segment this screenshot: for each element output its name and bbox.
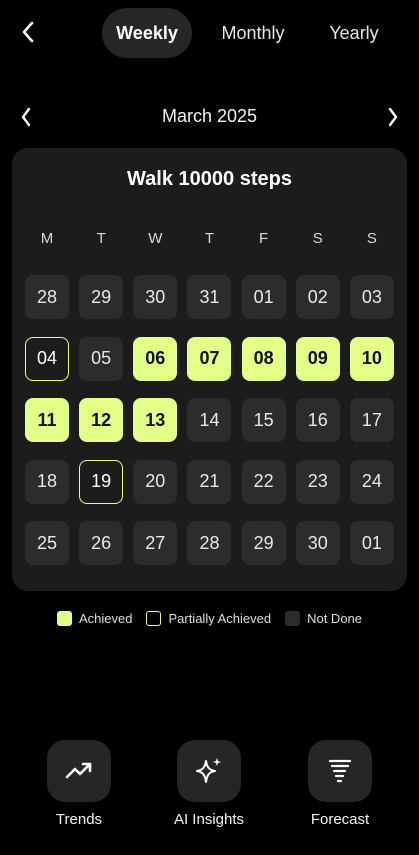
chevron-right-icon	[388, 107, 398, 127]
weekday-label: S	[366, 230, 377, 247]
calendar-day[interactable]: 30	[133, 275, 178, 319]
legend-swatch	[56, 610, 72, 626]
legend-item-achieved: Achieved	[56, 610, 133, 626]
habit-calendar-card: Walk 10000 steps MTWTFSS 28 29 30 31 01 02 03 0…	[12, 148, 407, 591]
calendar-day[interactable]: 04	[25, 336, 69, 381]
calendar-day[interactable]: 09	[295, 336, 340, 381]
month-label: March 2025	[161, 106, 258, 126]
calendar-day[interactable]: 26	[79, 521, 124, 565]
calendar-day[interactable]: 01	[241, 275, 286, 319]
bottom-actions: Trends AI Insights Forecast	[0, 740, 419, 840]
calendar-day[interactable]: 28	[187, 521, 232, 565]
ai-insights-action[interactable]: AI Insights	[154, 740, 264, 828]
calendar-day[interactable]: 18	[25, 459, 69, 504]
calendar-day[interactable]: 12	[79, 398, 124, 442]
calendar-day[interactable]: 19	[79, 459, 124, 504]
weekday-label: M	[40, 230, 54, 247]
forecast-label: Forecast	[310, 811, 370, 828]
chevron-left-icon	[22, 21, 34, 43]
legend-label: Partially Achieved	[168, 610, 272, 626]
calendar-day[interactable]: 17	[349, 398, 394, 442]
calendar-day[interactable]: 02	[295, 275, 340, 319]
next-month-button[interactable]	[379, 102, 407, 132]
period-tabs: Weekly Monthly Yearly	[102, 8, 394, 58]
calendar-day[interactable]: 03	[349, 275, 394, 319]
tornado-icon	[328, 759, 352, 783]
legend-label: Achieved	[78, 610, 133, 626]
calendar-day[interactable]: 14	[187, 398, 232, 442]
calendar-day[interactable]: 05	[79, 336, 124, 381]
habit-title: Walk 10000 steps	[127, 168, 292, 190]
calendar-day[interactable]: 15	[241, 398, 286, 442]
legend-swatch	[146, 610, 162, 626]
weekday-label: W	[148, 230, 163, 247]
trending-up-icon	[65, 762, 92, 779]
calendar-day[interactable]: 20	[133, 459, 178, 504]
sparkles-icon	[196, 758, 221, 783]
calendar-day[interactable]: 11	[25, 398, 69, 442]
calendar-day[interactable]: 24	[349, 459, 394, 504]
calendar-day[interactable]: 25	[25, 521, 69, 565]
calendar-day[interactable]: 29	[79, 275, 124, 319]
weekday-label: S	[312, 230, 323, 247]
weekday-label: T	[204, 230, 215, 247]
ai-insights-label: AI Insights	[173, 811, 245, 828]
calendar-day[interactable]: 01	[349, 521, 394, 565]
legend: Achieved Partially Achieved Not Done	[0, 609, 419, 627]
forecast-button[interactable]	[308, 740, 372, 802]
calendar-day[interactable]: 27	[133, 521, 178, 565]
top-bar: Weekly Monthly Yearly	[0, 0, 419, 66]
ai-insights-button[interactable]	[177, 740, 241, 802]
trends-label: Trends	[55, 811, 103, 828]
calendar-day[interactable]: 21	[187, 459, 232, 504]
forecast-action[interactable]: Forecast	[285, 740, 395, 828]
calendar-day[interactable]: 28	[25, 275, 69, 319]
calendar-day[interactable]: 16	[295, 398, 340, 442]
legend-swatch	[285, 610, 301, 626]
weekday-header: MTWTFSS	[25, 230, 396, 247]
back-button[interactable]	[12, 16, 44, 48]
calendar-day[interactable]: 08	[241, 336, 286, 381]
legend-item-partial: Partially Achieved	[146, 610, 272, 626]
weekday-label: F	[259, 230, 269, 247]
trends-button[interactable]	[47, 740, 111, 802]
calendar-day[interactable]: 29	[241, 521, 286, 565]
calendar-day[interactable]: 13	[133, 398, 178, 442]
calendar-day[interactable]: 06	[133, 336, 178, 381]
weekday-label: T	[96, 230, 106, 247]
calendar-day[interactable]: 07	[187, 336, 232, 381]
calendar-day[interactable]: 23	[295, 459, 340, 504]
calendar-day[interactable]: 10	[349, 336, 394, 381]
calendar-day[interactable]: 31	[187, 275, 232, 319]
legend-label: Not Done	[307, 610, 363, 626]
calendar-day[interactable]: 22	[241, 459, 286, 504]
tab-weekly[interactable]: Weekly	[102, 8, 192, 58]
legend-item-notdone: Not Done	[285, 610, 363, 626]
month-navigation: March 2025	[0, 100, 419, 134]
trends-action[interactable]: Trends	[24, 740, 134, 828]
tab-yearly[interactable]: Yearly	[314, 8, 394, 58]
calendar-day[interactable]: 30	[295, 521, 340, 565]
calendar-grid: 28 29 30 31 01 02 03 04 05 06 07 08 09 10 11 12 13 14 15 16…	[25, 275, 396, 565]
tab-monthly[interactable]: Monthly	[192, 8, 314, 58]
